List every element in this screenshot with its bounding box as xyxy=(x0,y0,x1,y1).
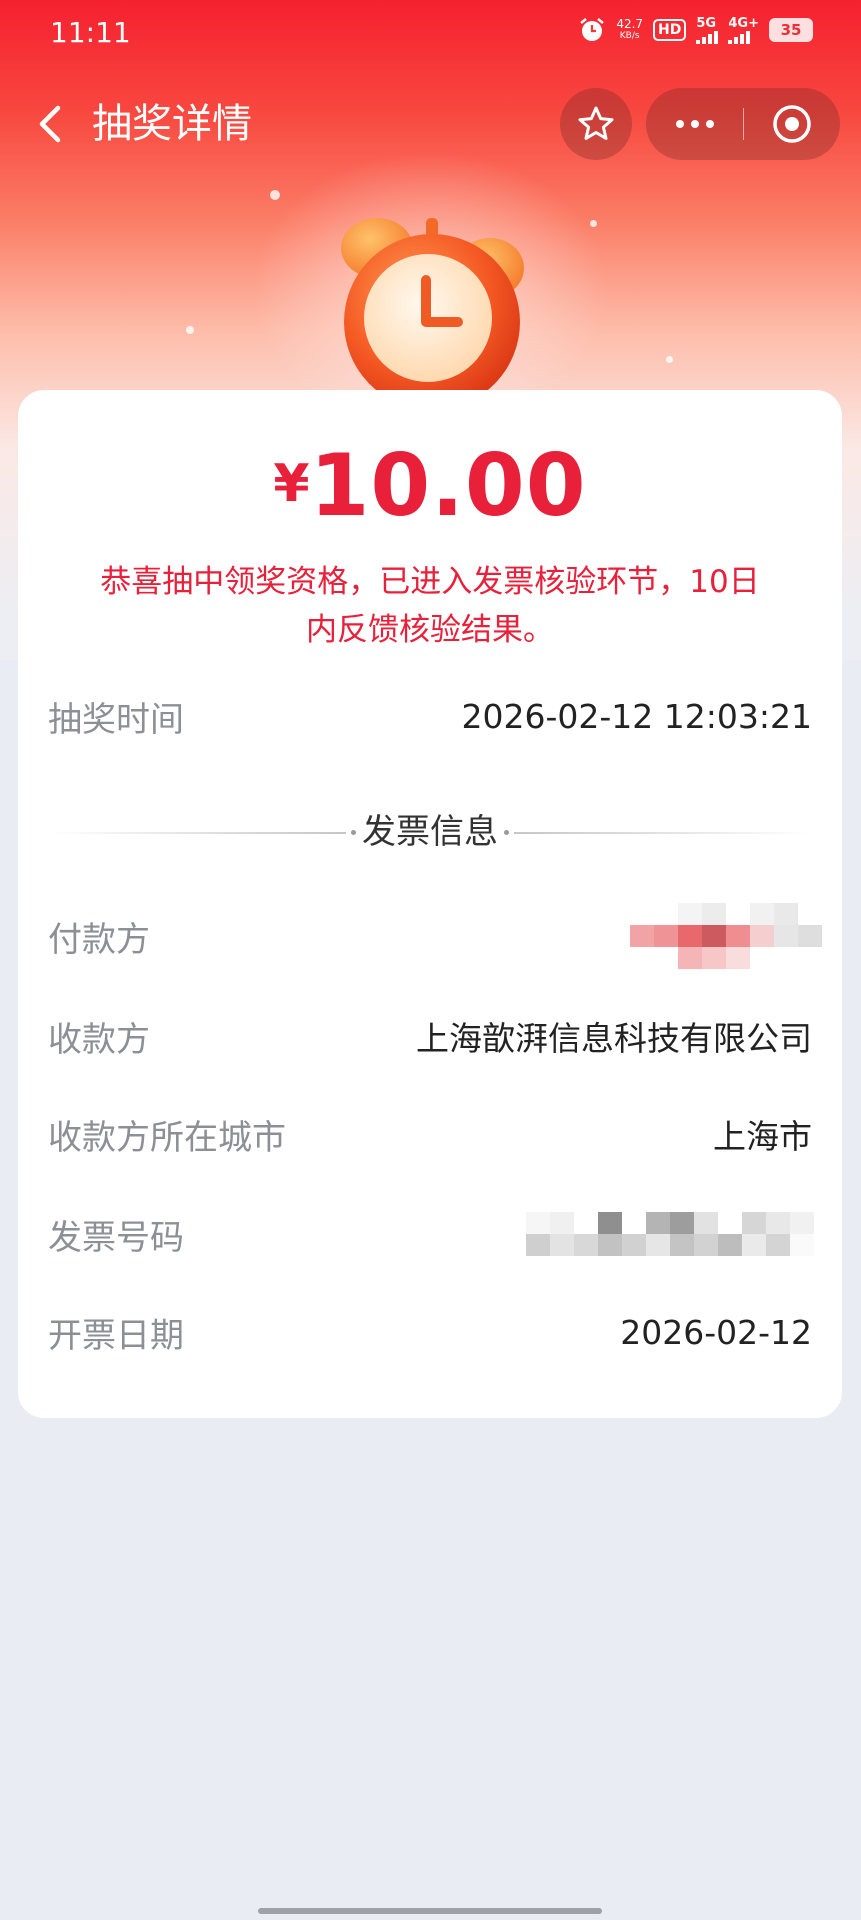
alarm-icon xyxy=(580,18,605,41)
more-dots-icon[interactable] xyxy=(646,88,743,160)
signal-4g: 4G+ xyxy=(728,17,759,44)
invoice-number-row: 发票号码 xyxy=(48,1204,814,1264)
invoice-number-redacted xyxy=(526,1212,814,1256)
invoice-date-value: 2026-02-12 xyxy=(620,1312,812,1352)
status-bar: 11:11 42.7 KB/s HD 5G 4G+ 35 xyxy=(0,0,861,64)
prize-value: 10.00 xyxy=(309,436,587,536)
target-icon xyxy=(772,105,811,143)
signal-bars-icon xyxy=(728,30,751,44)
sparkle xyxy=(590,220,597,227)
draw-time-value: 2026-02-12 12:03:21 xyxy=(461,696,812,736)
signal-4g-label: 4G+ xyxy=(728,15,759,31)
miniprogram-capsule xyxy=(646,88,840,160)
close-miniprogram-button[interactable] xyxy=(743,88,840,160)
payer-label: 付款方 xyxy=(48,919,150,960)
invoice-number-label: 发票号码 xyxy=(48,1217,184,1258)
back-arrow-icon[interactable] xyxy=(26,98,78,150)
payer-row: 付款方 xyxy=(48,903,822,969)
sparkle xyxy=(270,190,280,200)
payee-value: 上海歆湃信息科技有限公司 xyxy=(416,1019,812,1058)
signal-bars-icon xyxy=(696,30,719,44)
prize-amount: ¥10.00 xyxy=(18,436,842,536)
signal-5g-label: 5G xyxy=(696,15,717,31)
invoice-date-label: 开票日期 xyxy=(48,1315,184,1356)
star-icon xyxy=(578,106,614,140)
payer-value-redacted xyxy=(630,903,822,969)
invoice-date-row: 开票日期 2026-02-12 xyxy=(48,1302,812,1362)
battery-icon: 35 xyxy=(769,18,813,42)
currency-symbol: ¥ xyxy=(273,454,310,514)
home-indicator[interactable] xyxy=(258,1908,602,1914)
section-divider-dot xyxy=(504,830,509,835)
city-value: 上海市 xyxy=(713,1117,812,1156)
sparkle xyxy=(666,356,673,363)
status-time: 11:11 xyxy=(50,16,131,49)
network-speed-value: 42.7 xyxy=(616,17,644,31)
network-speed-unit: KB/s xyxy=(619,31,640,41)
signal-5g: 5G xyxy=(696,15,719,44)
invoice-section-header: 发票信息 xyxy=(48,804,812,860)
nav-bar: 抽奖详情 xyxy=(0,84,861,164)
city-row: 收款方所在城市 上海市 xyxy=(48,1104,812,1164)
congrats-message: 恭喜抽中领奖资格，已进入发票核验环节，10日内反馈核验结果。 xyxy=(100,564,760,648)
section-divider-right xyxy=(514,832,812,834)
status-icons: 42.7 KB/s HD 5G 4G+ 35 xyxy=(578,16,813,44)
hd-voice-icon: HD xyxy=(653,19,687,41)
sparkle xyxy=(186,326,194,334)
network-speed: 42.7 KB/s xyxy=(616,18,643,42)
page-title: 抽奖详情 xyxy=(92,101,252,147)
draw-time-label: 抽奖时间 xyxy=(48,699,184,740)
alarm-clock-illustration xyxy=(341,218,524,396)
lottery-detail-card: ¥10.00 恭喜抽中领奖资格，已进入发票核验环节，10日内反馈核验结果。 抽奖… xyxy=(18,390,842,1418)
city-label: 收款方所在城市 xyxy=(48,1117,286,1158)
favorite-button[interactable] xyxy=(560,88,632,160)
payee-label: 收款方 xyxy=(48,1019,150,1060)
draw-time-row: 抽奖时间 2026-02-12 12:03:21 xyxy=(48,686,812,746)
payee-row: 收款方 上海歆湃信息科技有限公司 xyxy=(48,1006,812,1066)
